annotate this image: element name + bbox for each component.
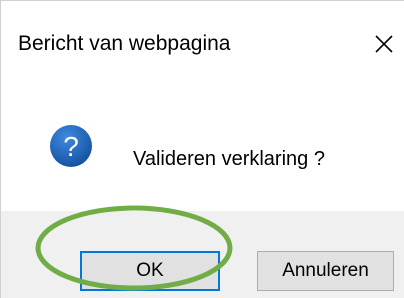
close-button[interactable]: [367, 25, 401, 63]
dialog-window: Bericht van webpagina ? Valideren verkla…: [0, 0, 404, 298]
dialog-message: Valideren verklaring ?: [133, 148, 325, 170]
svg-text:?: ?: [63, 131, 79, 162]
close-icon: [375, 35, 393, 53]
title-bar: Bericht van webpagina: [1, 1, 404, 89]
dialog-content: ? Valideren verklaring ?: [1, 89, 404, 211]
ok-button[interactable]: OK: [80, 251, 220, 291]
dialog-title: Bericht van webpagina: [18, 32, 231, 55]
dialog-footer: OK Annuleren: [1, 211, 404, 298]
question-icon: ?: [50, 125, 92, 167]
cancel-button[interactable]: Annuleren: [257, 251, 394, 291]
